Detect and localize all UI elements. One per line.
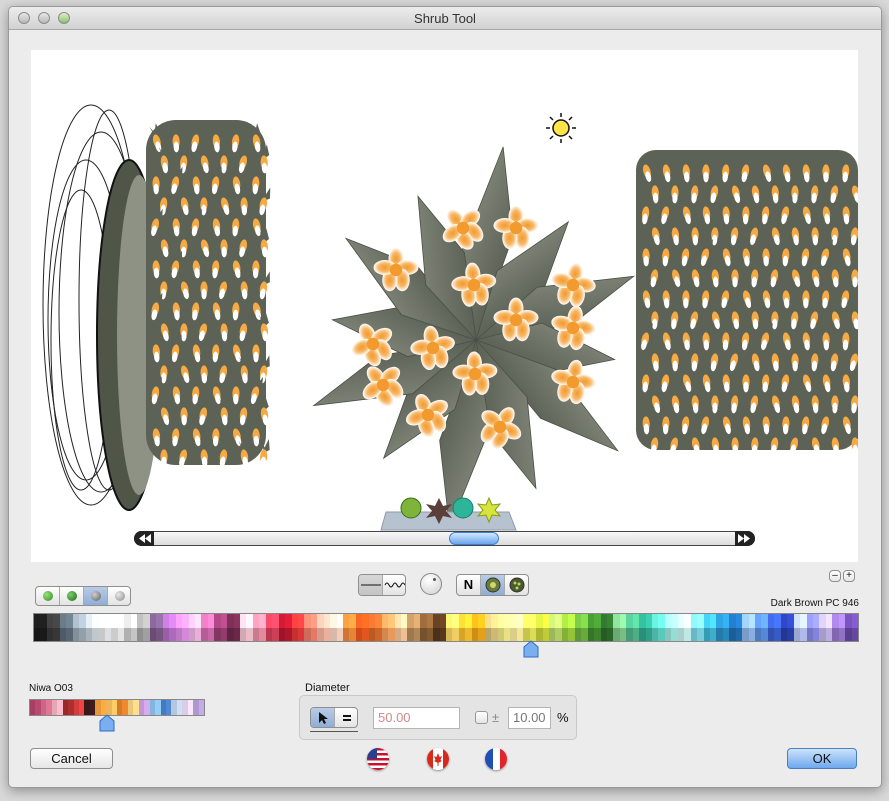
shrub-preview-canvas[interactable] [31,50,864,562]
wavy-line-icon [384,582,405,588]
selected-color-name: Dark Brown PC 946 [770,598,859,609]
percent-unit-label: % [557,710,569,725]
texture-view-option[interactable] [505,575,528,595]
outline-smooth-option[interactable] [359,575,383,595]
shading-style-selector[interactable] [35,586,131,606]
small-palette-name: Niwa O03 [29,683,73,694]
zoom-out-button[interactable]: – [829,570,841,582]
shrub-tool-window: Shrub Tool N – + Dark Brown PC 946 Niwa … [8,6,882,788]
main-color-palette[interactable] [33,613,859,642]
shrub-side-view-left [146,120,273,469]
texture-shrub-icon [509,577,525,593]
diameter-value-field[interactable]: 50.00 [373,707,460,729]
rotation-slider[interactable] [134,531,755,546]
france-flag-icon[interactable] [485,748,507,770]
shrub-preview-drawing [42,104,864,531]
view-mode-selector[interactable]: N [456,574,529,596]
pointer-mode-option[interactable] [311,708,335,727]
sun-light-icon [546,113,576,143]
diameter-group: 50.00 ± 10.00 % [299,695,577,740]
shading-dark-option[interactable] [60,587,84,605]
diameter-label: Diameter [305,682,350,694]
smooth-line-icon [361,584,381,586]
slider-left-arrow[interactable] [134,531,154,546]
small-color-palette[interactable] [29,699,205,716]
variation-checkbox[interactable] [475,711,488,724]
shading-light-option[interactable] [108,587,130,605]
plusminus-label: ± [492,710,500,725]
slider-right-arrow[interactable] [735,531,755,546]
slider-thumb[interactable] [449,532,499,545]
window-title: Shrub Tool [414,11,476,26]
us-flag-icon[interactable] [367,748,389,770]
equals-icon [343,715,351,721]
arrow-pointer-icon [319,712,328,724]
cancel-button[interactable]: Cancel [30,748,113,769]
shading-gray-option[interactable] [84,587,108,605]
plan-shrub-icon [485,577,501,593]
zoom-in-button[interactable]: + [843,570,855,582]
diameter-mode-selector[interactable] [310,707,358,728]
small-palette-marker[interactable] [99,714,115,732]
shading-flat-option[interactable] [36,587,60,605]
plan-view-option[interactable] [481,575,505,595]
variation-value-field[interactable]: 10.00 [508,707,551,729]
angle-knob[interactable] [420,573,442,595]
main-palette-marker[interactable] [523,640,539,658]
shrub-plan-view [312,146,635,529]
shrub-side-view-right [636,150,864,457]
title-bar: Shrub Tool [9,7,881,30]
equal-mode-option[interactable] [335,708,357,727]
outline-style-selector[interactable] [358,574,406,596]
north-toggle[interactable]: N [457,575,481,595]
canada-flag-icon[interactable] [427,748,449,770]
ok-button[interactable]: OK [787,748,857,769]
outline-wavy-option[interactable] [383,575,405,595]
